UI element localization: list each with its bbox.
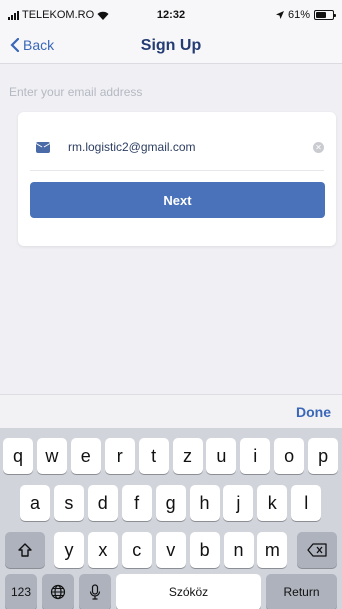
- microphone-icon: [89, 584, 101, 600]
- key-m[interactable]: m: [257, 532, 288, 568]
- return-key[interactable]: Return: [266, 574, 337, 609]
- email-prompt: Enter your email address: [9, 85, 143, 99]
- key-h[interactable]: h: [189, 485, 220, 521]
- key-z[interactable]: z: [172, 438, 203, 474]
- key-w[interactable]: w: [36, 438, 67, 474]
- key-c[interactable]: c: [121, 532, 152, 568]
- key-p[interactable]: p: [308, 438, 339, 474]
- divider: [30, 170, 324, 171]
- key-a[interactable]: a: [20, 485, 50, 521]
- key-l[interactable]: l: [291, 485, 322, 521]
- key-v[interactable]: v: [155, 532, 186, 568]
- nav-bar: Back Sign Up: [0, 30, 342, 64]
- mail-icon: [36, 141, 50, 153]
- key-g[interactable]: g: [155, 485, 186, 521]
- key-k[interactable]: k: [257, 485, 288, 521]
- key-o[interactable]: o: [274, 438, 305, 474]
- key-r[interactable]: r: [104, 438, 135, 474]
- key-i[interactable]: i: [240, 438, 271, 474]
- shift-key[interactable]: [5, 532, 45, 568]
- next-button[interactable]: Next: [30, 182, 325, 218]
- key-x[interactable]: x: [87, 532, 118, 568]
- email-row: ✕: [36, 132, 324, 162]
- done-button[interactable]: Done: [296, 404, 331, 420]
- key-d[interactable]: d: [87, 485, 118, 521]
- numbers-key[interactable]: 123: [5, 574, 37, 609]
- backspace-icon: [307, 543, 327, 557]
- key-e[interactable]: e: [70, 438, 101, 474]
- microphone-key[interactable]: [79, 574, 111, 609]
- key-b[interactable]: b: [189, 532, 220, 568]
- status-right: 61%: [275, 9, 336, 21]
- key-f[interactable]: f: [121, 485, 152, 521]
- key-n[interactable]: n: [223, 532, 254, 568]
- battery-icon: [314, 10, 336, 20]
- key-t[interactable]: t: [138, 438, 169, 474]
- globe-icon: [50, 584, 66, 600]
- key-y[interactable]: y: [54, 532, 84, 568]
- backspace-key[interactable]: [297, 532, 337, 568]
- signup-card: ✕ Next: [18, 112, 336, 246]
- keyboard: qwertzuiop asdfghjkl yxcvbnm 123 Szóköz …: [0, 428, 342, 609]
- battery-percent: 61%: [287, 9, 310, 21]
- globe-key[interactable]: [42, 574, 74, 609]
- status-bar: TELEKOM.RO 12:32 61%: [0, 0, 342, 30]
- location-arrow-icon: [275, 11, 284, 19]
- space-key[interactable]: Szóköz: [116, 574, 261, 609]
- clear-icon[interactable]: ✕: [313, 141, 324, 153]
- key-s[interactable]: s: [53, 485, 84, 521]
- email-field[interactable]: [68, 140, 313, 154]
- keyboard-toolbar: Done: [0, 394, 342, 428]
- page-title: Sign Up: [140, 37, 202, 54]
- shift-icon: [18, 543, 32, 557]
- key-q[interactable]: q: [3, 438, 33, 474]
- key-j[interactable]: j: [223, 485, 254, 521]
- key-u[interactable]: u: [206, 438, 237, 474]
